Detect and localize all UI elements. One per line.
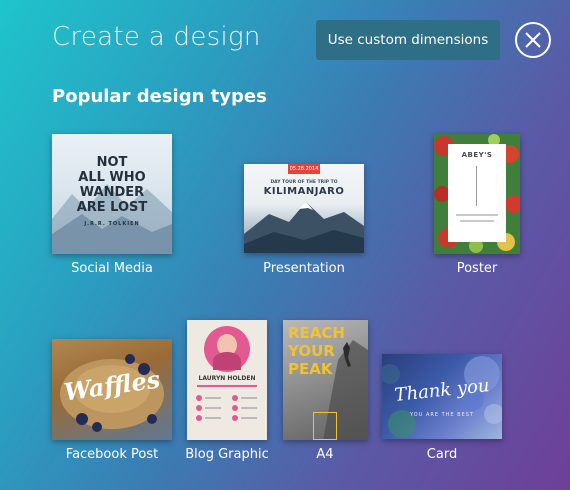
blog-graphic-thumbnail: LAURYN HOLDEN — [187, 320, 267, 440]
design-label: Poster — [456, 261, 498, 276]
thumb-subtitle: J.R.R. TOLKIEN — [84, 221, 140, 227]
design-type-a4[interactable]: REACH YOUR PEAK A4 — [283, 320, 368, 465]
use-custom-dimensions-button[interactable]: Use custom dimensions — [316, 20, 500, 60]
design-type-social-media[interactable]: NOT ALL WHO WANDER ARE LOST J.R.R. TOLKI… — [52, 134, 172, 279]
thumb-line: WANDER — [79, 185, 145, 200]
poster-thumbnail: ABEY'S — [434, 134, 520, 254]
card-thumbnail: Thank you YOU ARE THE BEST — [382, 354, 502, 439]
section-title: Popular design types — [52, 86, 267, 107]
design-type-presentation[interactable]: 05.28.2014 DAY TOUR OF THE TRIP TO KILIM… — [244, 164, 364, 279]
design-type-facebook-post[interactable]: Waffles Facebook Post — [52, 339, 172, 464]
thumb-line: PEAK — [288, 360, 333, 378]
thumb-line: NOT — [96, 155, 128, 170]
page-title: Create a design — [52, 22, 261, 52]
thumb-subtitle: YOU ARE THE BEST — [410, 412, 474, 418]
thumb-line: ARE LOST — [76, 200, 148, 215]
design-label: Social Media — [71, 261, 153, 276]
design-type-card[interactable]: Thank you YOU ARE THE BEST Card — [382, 354, 502, 465]
social-media-thumbnail: NOT ALL WHO WANDER ARE LOST J.R.R. TOLKI… — [52, 134, 172, 254]
design-type-poster[interactable]: ABEY'S Poster — [434, 134, 520, 279]
thumb-line: ALL WHO — [78, 170, 146, 185]
thumb-line: REACH — [288, 324, 345, 342]
facebook-post-thumbnail: Waffles — [52, 339, 172, 440]
design-type-blog-graphic[interactable]: LAURYN HOLDEN Blog Graphic — [185, 320, 269, 465]
design-label: Card — [426, 447, 458, 462]
close-button[interactable] — [515, 22, 551, 58]
presentation-thumbnail: 05.28.2014 DAY TOUR OF THE TRIP TO KILIM… — [244, 164, 364, 253]
design-label: Presentation — [263, 261, 345, 276]
thumb-title: LAURYN HOLDEN — [198, 375, 256, 382]
thumb-line: YOUR — [288, 342, 335, 360]
close-icon — [525, 32, 541, 48]
thumb-title: ABEY'S — [461, 151, 493, 159]
a4-thumbnail: REACH YOUR PEAK — [283, 320, 368, 440]
